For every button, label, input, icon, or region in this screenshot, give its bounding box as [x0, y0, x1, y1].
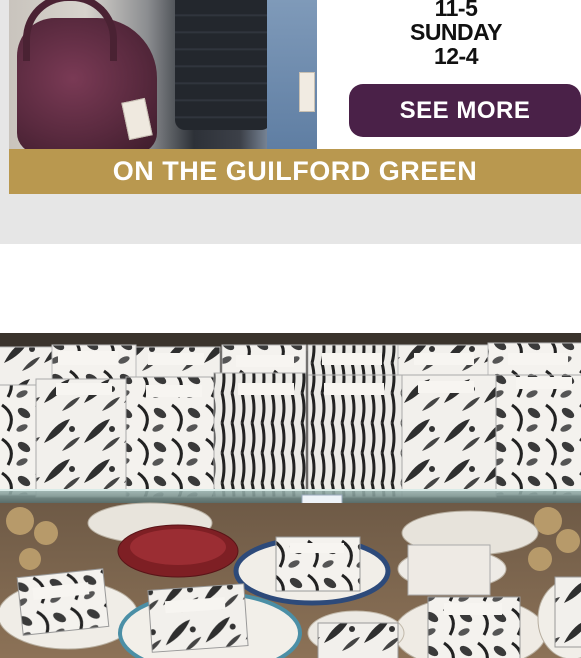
- ad-product-photo: [9, 0, 317, 149]
- price-tag-image-2: [299, 72, 315, 112]
- hours-line-3: 12-4: [433, 43, 479, 69]
- article-photo: [0, 333, 581, 658]
- hours-line-1: 11-5: [434, 0, 478, 21]
- hours-line-2: SUNDAY: [409, 19, 503, 45]
- ad-container: 11-5 SUNDAY 12-4 SEE MORE ON THE GUILFOR…: [0, 0, 581, 244]
- jacket-image: [175, 0, 271, 130]
- ad-location-strip: ON THE GUILFORD GREEN: [9, 149, 581, 194]
- ad-banner[interactable]: 11-5 SUNDAY 12-4 SEE MORE ON THE GUILFOR…: [9, 0, 581, 194]
- ad-hours: 11-5 SUNDAY 12-4: [331, 0, 581, 68]
- see-more-button[interactable]: SEE MORE: [349, 84, 581, 137]
- handbag-handle: [23, 0, 117, 61]
- soap-display-image: [0, 333, 581, 658]
